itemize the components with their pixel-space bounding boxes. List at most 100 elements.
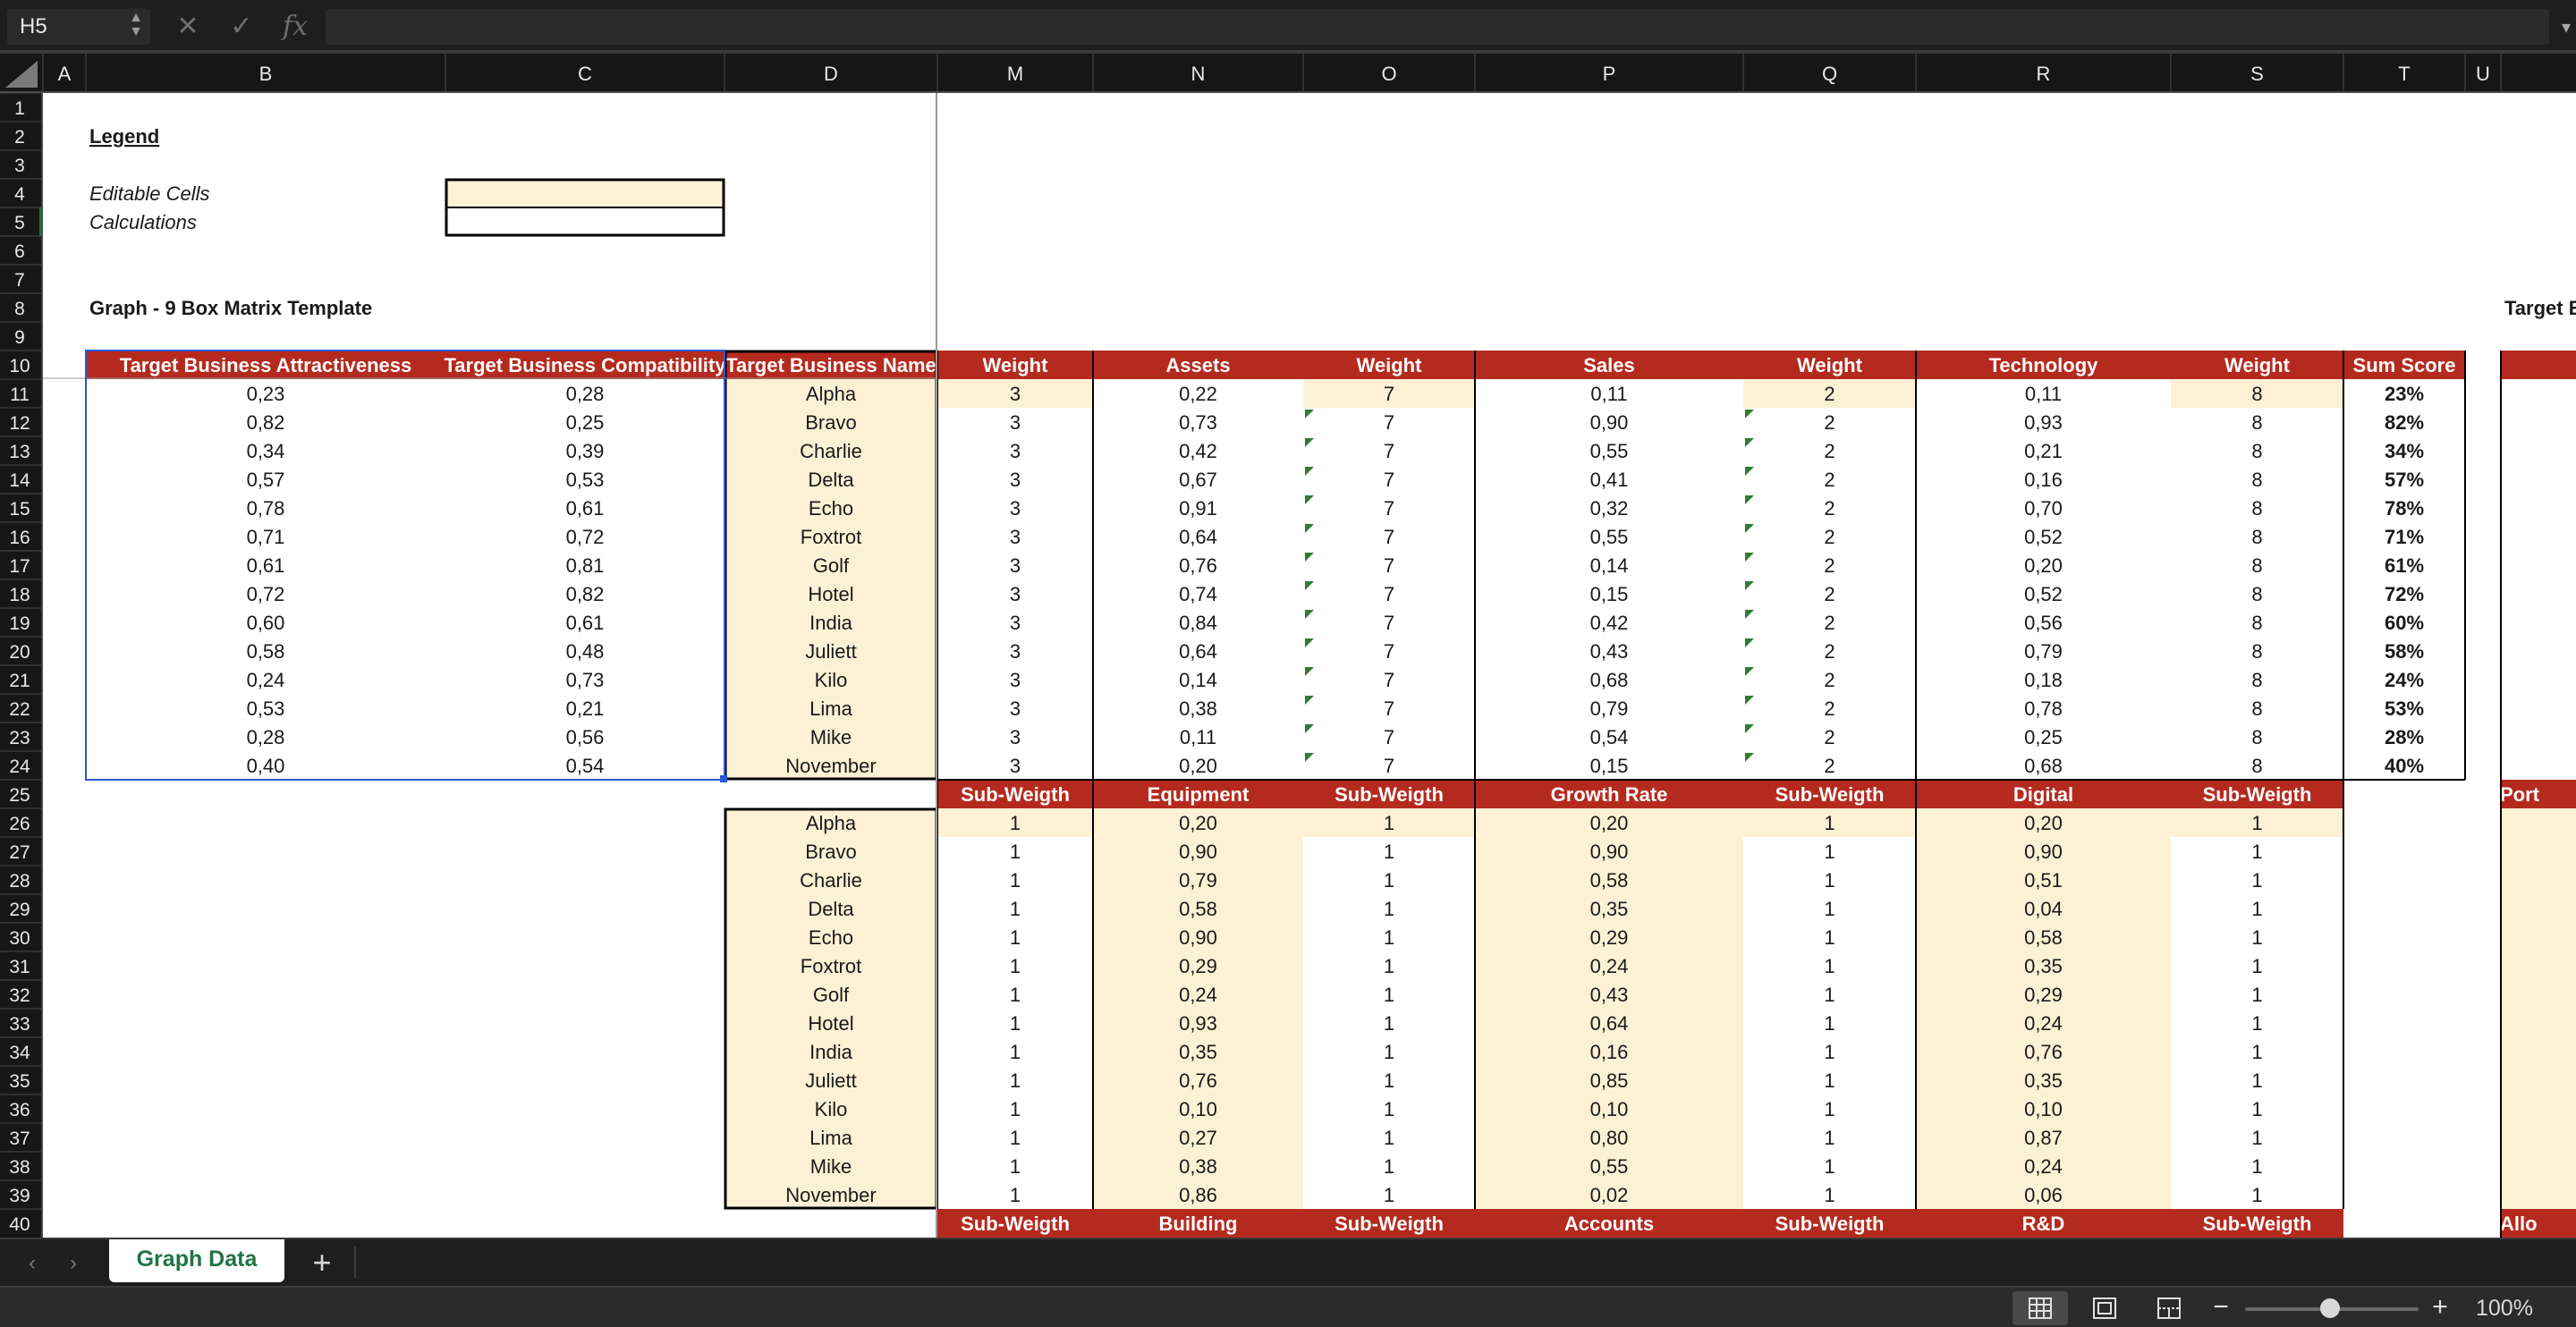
table2-cell[interactable]: 1 bbox=[1384, 1069, 1394, 1092]
row-header-28[interactable]: 28 bbox=[9, 871, 30, 892]
page-break-view-button[interactable] bbox=[2141, 1291, 2197, 1325]
right-section-header-port[interactable]: Port bbox=[2500, 783, 2540, 806]
row-header-39[interactable]: 39 bbox=[9, 1186, 30, 1206]
table3-header-6[interactable]: Sub-Weigth bbox=[2203, 1213, 2312, 1235]
table1-cell[interactable]: Kilo bbox=[815, 669, 848, 691]
table1-cell[interactable]: 0,60 bbox=[247, 612, 285, 634]
table1-cell[interactable]: 0,68 bbox=[1590, 669, 1629, 691]
table2-cell[interactable]: 0,20 bbox=[1590, 812, 1629, 834]
table1-cell[interactable]: 71% bbox=[2385, 526, 2424, 548]
table1-cell[interactable]: 0,42 bbox=[1179, 440, 1217, 462]
table1-cell[interactable]: 24% bbox=[2385, 669, 2424, 691]
row-header-29[interactable]: 29 bbox=[9, 900, 30, 920]
table1-cell[interactable]: Mike bbox=[810, 726, 852, 748]
table1-cell[interactable]: 78% bbox=[2385, 497, 2424, 520]
table2-cell[interactable]: Mike bbox=[810, 1155, 852, 1178]
cancel-icon[interactable]: ✕ bbox=[170, 9, 206, 45]
prev-sheet-icon[interactable]: ‹ bbox=[16, 1248, 48, 1279]
table2-cell[interactable]: Juliett bbox=[805, 1069, 856, 1092]
table2-cell[interactable]: 1 bbox=[1824, 1098, 1835, 1120]
table1-cell[interactable]: 0,91 bbox=[1179, 497, 1217, 520]
table2-cell[interactable]: 0,04 bbox=[2024, 898, 2063, 920]
page-layout-view-button[interactable] bbox=[2077, 1291, 2132, 1325]
selection-fill-handle[interactable] bbox=[720, 775, 727, 782]
row-header-7[interactable]: 7 bbox=[14, 270, 25, 291]
table1-cell[interactable]: 0,67 bbox=[1179, 469, 1217, 491]
table2-cell[interactable]: 0,87 bbox=[2024, 1127, 2063, 1149]
table1-cell[interactable]: 0,90 bbox=[1590, 411, 1629, 434]
column-header-T[interactable]: T bbox=[2398, 63, 2410, 85]
table1-cell[interactable]: 2 bbox=[1824, 526, 1835, 548]
name-box-stepper-icon[interactable]: ▲ ▼ bbox=[127, 11, 145, 43]
table1-cell[interactable]: 0,53 bbox=[566, 469, 605, 491]
table2-cell[interactable]: 0,24 bbox=[2024, 1012, 2063, 1035]
table2-cell[interactable]: 1 bbox=[1824, 1155, 1835, 1178]
table1-cell[interactable]: 0,56 bbox=[566, 726, 605, 748]
graph-title[interactable]: Graph - 9 Box Matrix Template bbox=[89, 297, 372, 319]
table1-cell[interactable]: 2 bbox=[1824, 612, 1835, 634]
table1-header-10[interactable]: Sum Score bbox=[2353, 354, 2456, 376]
table1-cell[interactable]: 23% bbox=[2385, 383, 2424, 405]
table1-header-2[interactable]: Target Business Name bbox=[725, 354, 936, 376]
table1-cell[interactable]: 0,52 bbox=[2024, 583, 2063, 605]
column-header-O[interactable]: O bbox=[1381, 63, 1396, 85]
normal-view-button[interactable] bbox=[2012, 1291, 2068, 1325]
table1-cell[interactable]: 3 bbox=[1010, 440, 1021, 462]
table1-cell[interactable]: 2 bbox=[1824, 469, 1835, 491]
table3-header-0[interactable]: Sub-Weigth bbox=[961, 1213, 1070, 1235]
table1-cell[interactable]: 0,82 bbox=[566, 583, 605, 605]
table1-cell[interactable]: 7 bbox=[1384, 526, 1394, 548]
table1-header-5[interactable]: Weight bbox=[1357, 354, 1423, 376]
row-header-10[interactable]: 10 bbox=[9, 356, 30, 376]
table1-cell[interactable]: 0,58 bbox=[247, 640, 285, 663]
formula-expand-icon[interactable]: ▾ bbox=[2562, 16, 2571, 38]
confirm-icon[interactable]: ✓ bbox=[224, 9, 259, 45]
row-header-8[interactable]: 8 bbox=[14, 299, 25, 319]
row-header-32[interactable]: 32 bbox=[9, 985, 30, 1006]
table1-cell[interactable]: 0,28 bbox=[247, 726, 285, 748]
table2-cell[interactable]: 1 bbox=[1010, 1012, 1021, 1035]
table1-cell[interactable]: 0,55 bbox=[1590, 440, 1629, 462]
table1-cell[interactable]: Alpha bbox=[806, 383, 857, 405]
table2-cell[interactable]: Bravo bbox=[805, 841, 856, 863]
table1-header-1[interactable]: Target Business Compatibility bbox=[445, 354, 727, 376]
table1-cell[interactable]: Echo bbox=[809, 497, 853, 520]
table1-cell[interactable]: 2 bbox=[1824, 697, 1835, 720]
table1-cell[interactable]: 0,72 bbox=[566, 526, 605, 548]
table2-cell[interactable]: 1 bbox=[1824, 898, 1835, 920]
table1-cell[interactable]: 60% bbox=[2385, 612, 2424, 634]
table1-cell[interactable]: 0,55 bbox=[1590, 526, 1629, 548]
table2-cell[interactable]: 0,58 bbox=[1590, 869, 1629, 892]
table2-cell[interactable]: Foxtrot bbox=[801, 955, 861, 977]
row-header-31[interactable]: 31 bbox=[9, 957, 30, 977]
table1-cell[interactable]: 3 bbox=[1010, 669, 1021, 691]
column-header-N[interactable]: N bbox=[1191, 63, 1206, 85]
table2-cell[interactable]: 1 bbox=[1824, 869, 1835, 892]
table1-cell[interactable]: 3 bbox=[1010, 697, 1021, 720]
table1-cell[interactable]: 0,21 bbox=[566, 697, 605, 720]
table1-cell[interactable]: 2 bbox=[1824, 411, 1835, 434]
table1-cell[interactable]: 0,25 bbox=[2024, 726, 2063, 748]
table1-cell[interactable]: 0,23 bbox=[247, 383, 285, 405]
column-header-B[interactable]: B bbox=[259, 63, 273, 85]
table1-header-9[interactable]: Weight bbox=[2224, 354, 2291, 376]
table2-cell[interactable]: 0,90 bbox=[1179, 841, 1217, 863]
spreadsheet-grid[interactable]: Legend Editable Cells Calculations Graph - … bbox=[0, 54, 2576, 1238]
table2-cell[interactable]: Golf bbox=[813, 984, 850, 1006]
sheet-tab-graph-data[interactable]: Graph Data bbox=[109, 1239, 284, 1282]
row-header-12[interactable]: 12 bbox=[9, 413, 30, 434]
table1-cell[interactable]: 0,43 bbox=[1590, 640, 1629, 663]
table1-cell[interactable]: 0,61 bbox=[247, 554, 285, 577]
table1-cell[interactable]: 8 bbox=[2251, 640, 2262, 663]
right-section-title[interactable]: Target B bbox=[2504, 297, 2576, 319]
table1-cell[interactable]: 58% bbox=[2385, 640, 2424, 663]
table1-cell[interactable]: 2 bbox=[1824, 726, 1835, 748]
table1-cell[interactable]: Foxtrot bbox=[801, 526, 861, 548]
table1-cell[interactable]: 7 bbox=[1384, 469, 1394, 491]
table1-cell[interactable]: Juliett bbox=[805, 640, 856, 663]
add-sheet-button[interactable]: + bbox=[304, 1245, 340, 1281]
table1-cell[interactable]: 7 bbox=[1384, 669, 1394, 691]
table2-cell[interactable]: 1 bbox=[1384, 1041, 1394, 1063]
table2-cell[interactable]: 1 bbox=[1384, 1155, 1394, 1178]
table1-cell[interactable]: Golf bbox=[813, 554, 850, 577]
